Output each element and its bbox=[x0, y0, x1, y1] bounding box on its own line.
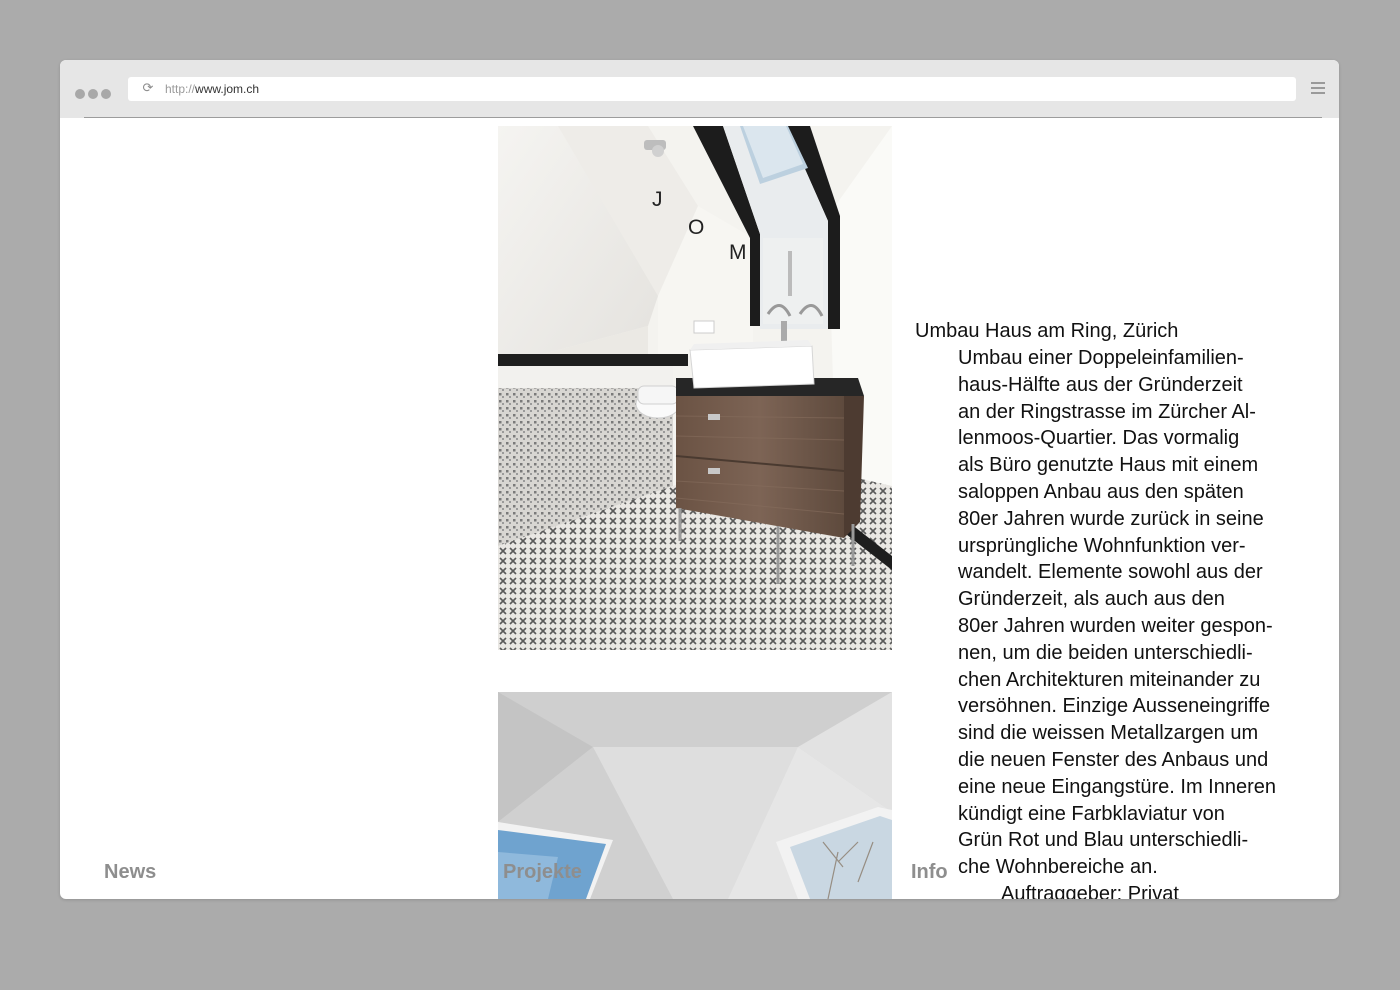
description-line: haus-Hälfte aus der Gründerzeit bbox=[958, 373, 1243, 396]
window-controls[interactable] bbox=[75, 84, 114, 99]
bathroom-illustration bbox=[498, 126, 892, 650]
description-line: wandelt. Elemente sowohl aus der bbox=[958, 561, 1263, 584]
url-host: www.jom.ch bbox=[195, 82, 260, 96]
description-line: che Wohnbereiche an. bbox=[958, 856, 1158, 879]
nav-info-link[interactable]: Info bbox=[911, 859, 948, 886]
project-client: Auftraggeber: Privat bbox=[1001, 883, 1179, 899]
hamburger-menu-icon[interactable] bbox=[1311, 82, 1325, 96]
window-dot-icon[interactable] bbox=[75, 89, 85, 99]
logo-letter-m: M bbox=[729, 241, 747, 264]
logo-letter-j: J bbox=[652, 188, 663, 211]
window-dot-icon[interactable] bbox=[101, 89, 111, 99]
description-line: Gründerzeit, als auch aus den bbox=[958, 588, 1225, 611]
description-line: sind die weissen Metallzargen um bbox=[958, 722, 1259, 745]
address-bar[interactable]: ⟳ http://www.jom.ch bbox=[128, 77, 1296, 101]
browser-window: ⟳ http://www.jom.ch J O M Umbau Haus am … bbox=[60, 60, 1339, 899]
description-line: nen, um die beiden unterschiedli- bbox=[958, 641, 1253, 664]
nav-news-link[interactable]: News bbox=[104, 859, 156, 886]
logo-letter-o: O bbox=[688, 216, 705, 239]
description-line: eine neue Eingangstüre. Im Inneren bbox=[958, 775, 1276, 798]
description-line: ursprüngliche Wohnfunktion ver- bbox=[958, 534, 1246, 557]
project-photo-bathroom[interactable]: J O M bbox=[498, 126, 892, 650]
nav-projekte-link[interactable]: Projekte bbox=[503, 859, 582, 886]
description-line: 80er Jahren wurde zurück in seine bbox=[958, 507, 1264, 530]
description-line: die neuen Fenster des Anbaus und bbox=[958, 748, 1269, 771]
url-text: http://www.jom.ch bbox=[165, 82, 259, 96]
project-description: Umbau einer Doppeleinfamilien- haus-Hälf… bbox=[958, 345, 1280, 881]
description-line: als Büro genutzte Haus mit einem bbox=[958, 454, 1259, 477]
url-protocol: http:// bbox=[165, 82, 196, 96]
toolbar-divider bbox=[84, 117, 1322, 118]
reload-icon[interactable]: ⟳ bbox=[141, 82, 155, 96]
description-line: chen Architekturen miteinander zu bbox=[958, 668, 1261, 691]
description-line: kündigt eine Farbklaviatur von bbox=[958, 802, 1225, 825]
project-title: Umbau Haus am Ring, Zürich bbox=[915, 320, 1179, 342]
browser-toolbar: ⟳ http://www.jom.ch bbox=[60, 60, 1339, 118]
description-line: 80er Jahren wurden weiter gespon- bbox=[958, 614, 1273, 637]
description-line: lenmoos-Quartier. Das vormalig bbox=[958, 427, 1240, 450]
description-line: Grün Rot und Blau unterschiedli- bbox=[958, 829, 1249, 852]
description-line: Umbau einer Doppeleinfamilien- bbox=[958, 347, 1244, 369]
description-line: an der Ringstrasse im Zürcher Al- bbox=[958, 400, 1256, 423]
description-line: versöhnen. Einzige Ausseneingriffe bbox=[958, 695, 1271, 718]
description-line: saloppen Anbau aus den späten bbox=[958, 480, 1244, 503]
window-dot-icon[interactable] bbox=[88, 89, 98, 99]
